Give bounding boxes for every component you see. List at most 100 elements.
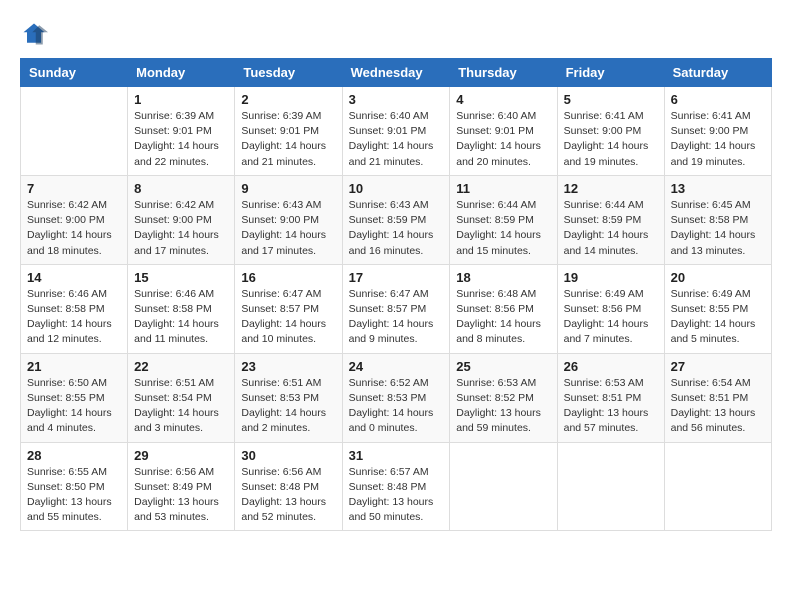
calendar-cell: 6 Sunrise: 6:41 AM Sunset: 9:00 PM Daylig… — [664, 87, 771, 176]
calendar-week-4: 21 Sunrise: 6:50 AM Sunset: 8:55 PM Dayli… — [21, 353, 772, 442]
calendar-week-1: 1 Sunrise: 6:39 AM Sunset: 9:01 PM Daylig… — [21, 87, 772, 176]
calendar-cell: 17 Sunrise: 6:47 AM Sunset: 8:57 PM Dayli… — [342, 264, 450, 353]
day-number: 18 — [456, 270, 550, 285]
calendar-cell: 20 Sunrise: 6:49 AM Sunset: 8:55 PM Dayli… — [664, 264, 771, 353]
calendar-cell — [450, 442, 557, 531]
day-info: Sunrise: 6:45 AM Sunset: 8:58 PM Dayligh… — [671, 198, 765, 259]
day-number: 1 — [134, 92, 228, 107]
page-header — [20, 20, 772, 48]
calendar-cell: 24 Sunrise: 6:52 AM Sunset: 8:53 PM Dayli… — [342, 353, 450, 442]
day-info: Sunrise: 6:46 AM Sunset: 8:58 PM Dayligh… — [27, 287, 121, 348]
calendar-cell: 26 Sunrise: 6:53 AM Sunset: 8:51 PM Dayli… — [557, 353, 664, 442]
calendar-cell — [664, 442, 771, 531]
day-info: Sunrise: 6:40 AM Sunset: 9:01 PM Dayligh… — [456, 109, 550, 170]
day-number: 12 — [564, 181, 658, 196]
day-number: 4 — [456, 92, 550, 107]
calendar-cell: 28Sunrise: 6:55 AM Sunset: 8:50 PM Dayli… — [21, 442, 128, 531]
day-info: Sunrise: 6:49 AM Sunset: 8:56 PM Dayligh… — [564, 287, 658, 348]
day-header-tuesday: Tuesday — [235, 59, 342, 87]
day-number: 7 — [27, 181, 121, 196]
calendar-cell: 2 Sunrise: 6:39 AM Sunset: 9:01 PM Daylig… — [235, 87, 342, 176]
day-header-wednesday: Wednesday — [342, 59, 450, 87]
day-number: 6 — [671, 92, 765, 107]
day-header-monday: Monday — [128, 59, 235, 87]
day-number: 2 — [241, 92, 335, 107]
day-info: Sunrise: 6:43 AM Sunset: 8:59 PM Dayligh… — [349, 198, 444, 259]
day-info: Sunrise: 6:50 AM Sunset: 8:55 PM Dayligh… — [27, 376, 121, 437]
day-number: 31 — [349, 448, 444, 463]
day-number: 8 — [134, 181, 228, 196]
calendar-cell: 1 Sunrise: 6:39 AM Sunset: 9:01 PM Daylig… — [128, 87, 235, 176]
day-number: 13 — [671, 181, 765, 196]
day-info: Sunrise: 6:43 AM Sunset: 9:00 PM Dayligh… — [241, 198, 335, 259]
day-number: 24 — [349, 359, 444, 374]
day-header-saturday: Saturday — [664, 59, 771, 87]
day-number: 22 — [134, 359, 228, 374]
day-info: Sunrise: 6:41 AM Sunset: 9:00 PM Dayligh… — [671, 109, 765, 170]
calendar-cell: 21 Sunrise: 6:50 AM Sunset: 8:55 PM Dayli… — [21, 353, 128, 442]
day-info: Sunrise: 6:53 AM Sunset: 8:51 PM Dayligh… — [564, 376, 658, 437]
day-info: Sunrise: 6:52 AM Sunset: 8:53 PM Dayligh… — [349, 376, 444, 437]
calendar-cell: 15 Sunrise: 6:46 AM Sunset: 8:58 PM Dayli… — [128, 264, 235, 353]
day-info: Sunrise: 6:49 AM Sunset: 8:55 PM Dayligh… — [671, 287, 765, 348]
day-number: 30 — [241, 448, 335, 463]
calendar-cell: 12Sunrise: 6:44 AM Sunset: 8:59 PM Dayli… — [557, 175, 664, 264]
day-number: 15 — [134, 270, 228, 285]
calendar-cell: 7Sunrise: 6:42 AM Sunset: 9:00 PM Daylig… — [21, 175, 128, 264]
day-number: 20 — [671, 270, 765, 285]
day-info: Sunrise: 6:47 AM Sunset: 8:57 PM Dayligh… — [241, 287, 335, 348]
day-number: 5 — [564, 92, 658, 107]
calendar-cell: 16Sunrise: 6:47 AM Sunset: 8:57 PM Dayli… — [235, 264, 342, 353]
calendar-table: SundayMondayTuesdayWednesdayThursdayFrid… — [20, 58, 772, 531]
day-info: Sunrise: 6:57 AM Sunset: 8:48 PM Dayligh… — [349, 465, 444, 526]
day-number: 26 — [564, 359, 658, 374]
calendar-cell: 8 Sunrise: 6:42 AM Sunset: 9:00 PM Daylig… — [128, 175, 235, 264]
day-info: Sunrise: 6:39 AM Sunset: 9:01 PM Dayligh… — [134, 109, 228, 170]
day-number: 25 — [456, 359, 550, 374]
day-number: 14 — [27, 270, 121, 285]
calendar-cell: 5 Sunrise: 6:41 AM Sunset: 9:00 PM Daylig… — [557, 87, 664, 176]
calendar-cell: 19 Sunrise: 6:49 AM Sunset: 8:56 PM Dayli… — [557, 264, 664, 353]
day-number: 23 — [241, 359, 335, 374]
logo-icon — [20, 20, 48, 48]
day-number: 19 — [564, 270, 658, 285]
day-header-friday: Friday — [557, 59, 664, 87]
calendar-cell: 3 Sunrise: 6:40 AM Sunset: 9:01 PM Daylig… — [342, 87, 450, 176]
day-info: Sunrise: 6:54 AM Sunset: 8:51 PM Dayligh… — [671, 376, 765, 437]
calendar-cell: 14 Sunrise: 6:46 AM Sunset: 8:58 PM Dayli… — [21, 264, 128, 353]
calendar-cell: 30 Sunrise: 6:56 AM Sunset: 8:48 PM Dayli… — [235, 442, 342, 531]
day-number: 9 — [241, 181, 335, 196]
calendar-cell: 4 Sunrise: 6:40 AM Sunset: 9:01 PM Daylig… — [450, 87, 557, 176]
day-info: Sunrise: 6:46 AM Sunset: 8:58 PM Dayligh… — [134, 287, 228, 348]
calendar-week-2: 7 Sunrise: 6:42 AM Sunset: 9:00 PM Daylig… — [21, 175, 772, 264]
calendar-cell: 29 Sunrise: 6:56 AM Sunset: 8:49 PM Dayli… — [128, 442, 235, 531]
day-number: 29 — [134, 448, 228, 463]
day-info: Sunrise: 6:53 AM Sunset: 8:52 PM Dayligh… — [456, 376, 550, 437]
day-number: 21 — [27, 359, 121, 374]
calendar-week-3: 14 Sunrise: 6:46 AM Sunset: 8:58 PM Dayli… — [21, 264, 772, 353]
calendar-cell: 18Sunrise: 6:48 AM Sunset: 8:56 PM Dayli… — [450, 264, 557, 353]
calendar-cell — [21, 87, 128, 176]
logo — [20, 20, 52, 48]
day-info: Sunrise: 6:51 AM Sunset: 8:53 PM Dayligh… — [241, 376, 335, 437]
calendar-body: 1 Sunrise: 6:39 AM Sunset: 9:01 PM Daylig… — [21, 87, 772, 531]
day-info: Sunrise: 6:56 AM Sunset: 8:48 PM Dayligh… — [241, 465, 335, 526]
calendar-cell: 22 Sunrise: 6:51 AM Sunset: 8:54 PM Dayli… — [128, 353, 235, 442]
day-header-thursday: Thursday — [450, 59, 557, 87]
day-info: Sunrise: 6:47 AM Sunset: 8:57 PM Dayligh… — [349, 287, 444, 348]
day-info: Sunrise: 6:41 AM Sunset: 9:00 PM Dayligh… — [564, 109, 658, 170]
day-number: 17 — [349, 270, 444, 285]
day-info: Sunrise: 6:42 AM Sunset: 9:00 PM Dayligh… — [134, 198, 228, 259]
day-info: Sunrise: 6:39 AM Sunset: 9:01 PM Dayligh… — [241, 109, 335, 170]
calendar-cell: 9 Sunrise: 6:43 AM Sunset: 9:00 PM Daylig… — [235, 175, 342, 264]
calendar-cell — [557, 442, 664, 531]
day-info: Sunrise: 6:51 AM Sunset: 8:54 PM Dayligh… — [134, 376, 228, 437]
day-number: 10 — [349, 181, 444, 196]
day-number: 28 — [27, 448, 121, 463]
day-number: 27 — [671, 359, 765, 374]
calendar-cell: 25 Sunrise: 6:53 AM Sunset: 8:52 PM Dayli… — [450, 353, 557, 442]
day-info: Sunrise: 6:56 AM Sunset: 8:49 PM Dayligh… — [134, 465, 228, 526]
day-number: 3 — [349, 92, 444, 107]
day-info: Sunrise: 6:40 AM Sunset: 9:01 PM Dayligh… — [349, 109, 444, 170]
calendar-header-row: SundayMondayTuesdayWednesdayThursdayFrid… — [21, 59, 772, 87]
